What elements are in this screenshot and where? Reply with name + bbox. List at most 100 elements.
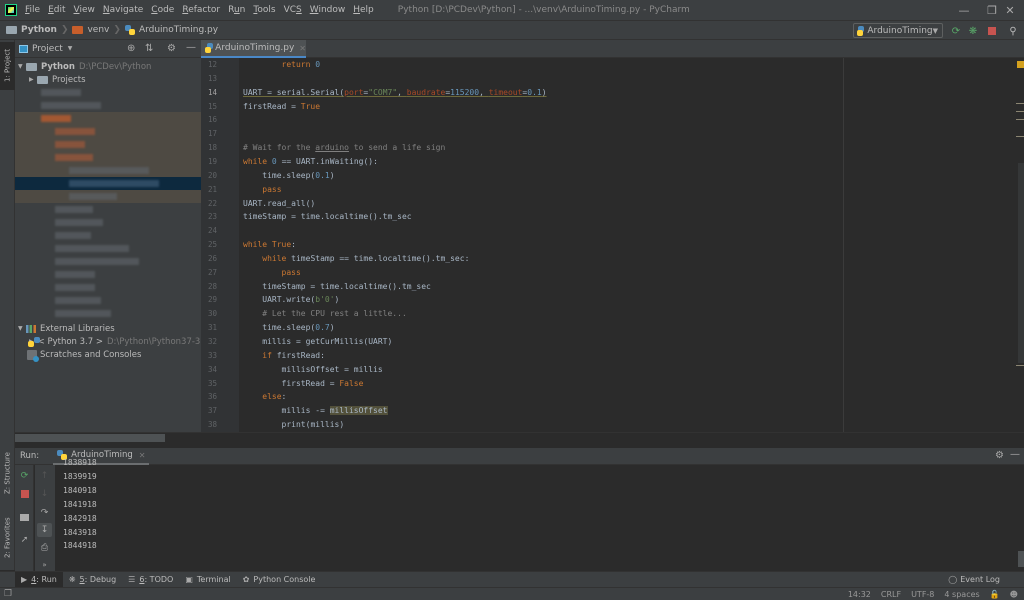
tree-item-redacted[interactable]: [15, 229, 201, 242]
menu-window[interactable]: Window: [310, 5, 346, 15]
line-number[interactable]: 19: [203, 157, 217, 166]
code-line[interactable]: timeStamp = time.localtime().tm_sec: [243, 212, 412, 221]
code-line[interactable]: if firstRead:: [243, 351, 325, 360]
line-number[interactable]: 16: [203, 115, 217, 124]
line-number[interactable]: 22: [203, 199, 217, 208]
code-line[interactable]: millis -= millisOffset: [243, 406, 388, 416]
file-encoding[interactable]: UTF-8: [911, 590, 934, 599]
tab-arduinotiming-py[interactable]: ArduinoTiming.py ✕: [201, 40, 306, 58]
line-number[interactable]: 15: [203, 102, 217, 111]
tree-item-redacted[interactable]: [15, 151, 201, 164]
tree-item-redacted[interactable]: [15, 190, 201, 203]
indent-setting[interactable]: 4 spaces: [944, 590, 979, 599]
close-icon[interactable]: ✕: [996, 0, 1024, 20]
tree-item-selected[interactable]: [15, 177, 201, 190]
warning-marker[interactable]: [1017, 61, 1024, 68]
line-number[interactable]: 27: [203, 268, 217, 277]
code-line[interactable]: timeStamp = time.localtime().tm_sec: [243, 282, 431, 291]
breadcrumb-file[interactable]: ArduinoTiming.py: [124, 25, 218, 35]
tree-item-python-sdk[interactable]: ▶ < Python 3.7 > D:\Python\Python37-32\: [15, 335, 209, 348]
close-tab-icon[interactable]: ✕: [139, 451, 146, 460]
line-number[interactable]: 34: [203, 365, 217, 374]
line-number[interactable]: 37: [203, 406, 217, 415]
tree-item-redacted[interactable]: [15, 294, 201, 307]
tab-favorites-tool[interactable]: 2: Favorites: [0, 512, 15, 564]
code-line[interactable]: while 0 == UART.inWaiting():: [243, 157, 378, 166]
print-icon[interactable]: ⎙: [37, 541, 52, 555]
scroll-to-end-icon[interactable]: ↧: [37, 523, 52, 537]
stop-button[interactable]: [17, 487, 32, 501]
breadcrumb-venv[interactable]: venv: [72, 25, 109, 35]
line-number[interactable]: 35: [203, 379, 217, 388]
code-line[interactable]: # Let the CPU rest a little...: [243, 309, 407, 318]
tab-run[interactable]: ▶ 4: Run: [15, 571, 63, 588]
code-line[interactable]: firstRead = False: [243, 379, 364, 388]
tree-item-redacted[interactable]: [15, 125, 201, 138]
close-tab-icon[interactable]: ✕: [299, 44, 306, 53]
tree-item-projects[interactable]: ▶ Projects: [15, 73, 201, 86]
menu-navigate[interactable]: Navigate: [103, 5, 143, 15]
code-line[interactable]: else:: [243, 392, 286, 401]
line-number[interactable]: 13: [203, 74, 217, 83]
code-line[interactable]: millis = getCurMillis(UART): [243, 337, 392, 346]
stop-button[interactable]: [985, 24, 999, 38]
occurrence-marker[interactable]: [1016, 365, 1024, 366]
line-number[interactable]: 17: [203, 129, 217, 138]
menu-refactor[interactable]: Refactor: [182, 5, 220, 15]
minimize-icon[interactable]: —: [950, 0, 978, 20]
run-configuration-select[interactable]: ArduinoTiming ▼: [853, 23, 943, 38]
code-line[interactable]: pass: [243, 185, 281, 194]
line-number[interactable]: 33: [203, 351, 217, 360]
line-number[interactable]: 26: [203, 254, 217, 263]
hide-panel-icon[interactable]: —: [1010, 449, 1020, 460]
line-number[interactable]: 24: [203, 226, 217, 235]
line-number[interactable]: 30: [203, 309, 217, 318]
error-stripe[interactable]: [1016, 58, 1024, 432]
tab-debug[interactable]: ❋ 5: Debug: [63, 572, 122, 588]
line-number[interactable]: 23: [203, 212, 217, 221]
occurrence-marker[interactable]: [1016, 103, 1024, 104]
line-number[interactable]: 21: [203, 185, 217, 194]
tab-todo[interactable]: ☰ 6: TODO: [122, 572, 179, 588]
tree-item-redacted[interactable]: [15, 164, 201, 177]
tab-python-console[interactable]: ✿ Python Console: [237, 572, 322, 588]
code-line[interactable]: return 0: [243, 60, 321, 69]
tree-item-external-libraries[interactable]: ▼ External Libraries: [15, 322, 201, 335]
tree-item-redacted[interactable]: [15, 216, 201, 229]
scroll-down-icon[interactable]: ↓: [37, 487, 52, 501]
tree-item-scratches[interactable]: Scratches and Consoles: [15, 348, 201, 362]
code-line[interactable]: while True:: [243, 240, 296, 249]
tree-item-redacted[interactable]: [15, 307, 201, 320]
occurrence-marker[interactable]: [1016, 136, 1024, 137]
menu-run[interactable]: Run: [228, 5, 245, 15]
line-number[interactable]: 18: [203, 143, 217, 152]
menu-help[interactable]: Help: [353, 5, 374, 15]
tree-item-redacted[interactable]: [15, 242, 201, 255]
menu-tools[interactable]: Tools: [253, 5, 275, 15]
tab-structure-tool[interactable]: Z: Structure: [0, 448, 15, 498]
line-number[interactable]: 12: [203, 60, 217, 69]
code-editor[interactable]: 12 13 14 15 16 17 18 19 20 21 22 23 24 25 26 27 28 29 30 31…: [201, 58, 1024, 432]
tree-item-redacted[interactable]: [15, 86, 201, 99]
horizontal-scrollbar[interactable]: [15, 434, 165, 442]
code-line[interactable]: while timeStamp == time.localtime().tm_s…: [243, 254, 469, 263]
rerun-icon[interactable]: ⟳: [949, 24, 963, 38]
hide-panel-icon[interactable]: —: [186, 42, 196, 53]
more-actions-icon[interactable]: »: [37, 558, 52, 572]
console-scrollbar[interactable]: [1018, 551, 1024, 567]
tree-item-redacted[interactable]: [15, 203, 201, 216]
code-line[interactable]: firstRead = True: [243, 102, 320, 111]
code-line[interactable]: UART.write(b'0'): [243, 295, 339, 304]
gear-icon[interactable]: ⚙: [167, 43, 176, 54]
line-number[interactable]: 32: [203, 337, 217, 346]
line-number[interactable]: 20: [203, 171, 217, 180]
code-line[interactable]: time.sleep(0.1): [243, 171, 334, 180]
code-line[interactable]: UART.read_all(): [243, 199, 315, 208]
tree-item-redacted[interactable]: [15, 281, 201, 294]
editor-scrollbar[interactable]: [1018, 163, 1024, 363]
menu-vcs[interactable]: VCS: [284, 5, 302, 15]
line-number[interactable]: 36: [203, 392, 217, 401]
menu-view[interactable]: View: [74, 5, 95, 15]
line-number[interactable]: 14: [203, 88, 217, 97]
tree-root-python[interactable]: ▼ Python D:\PCDev\Python: [15, 60, 201, 73]
